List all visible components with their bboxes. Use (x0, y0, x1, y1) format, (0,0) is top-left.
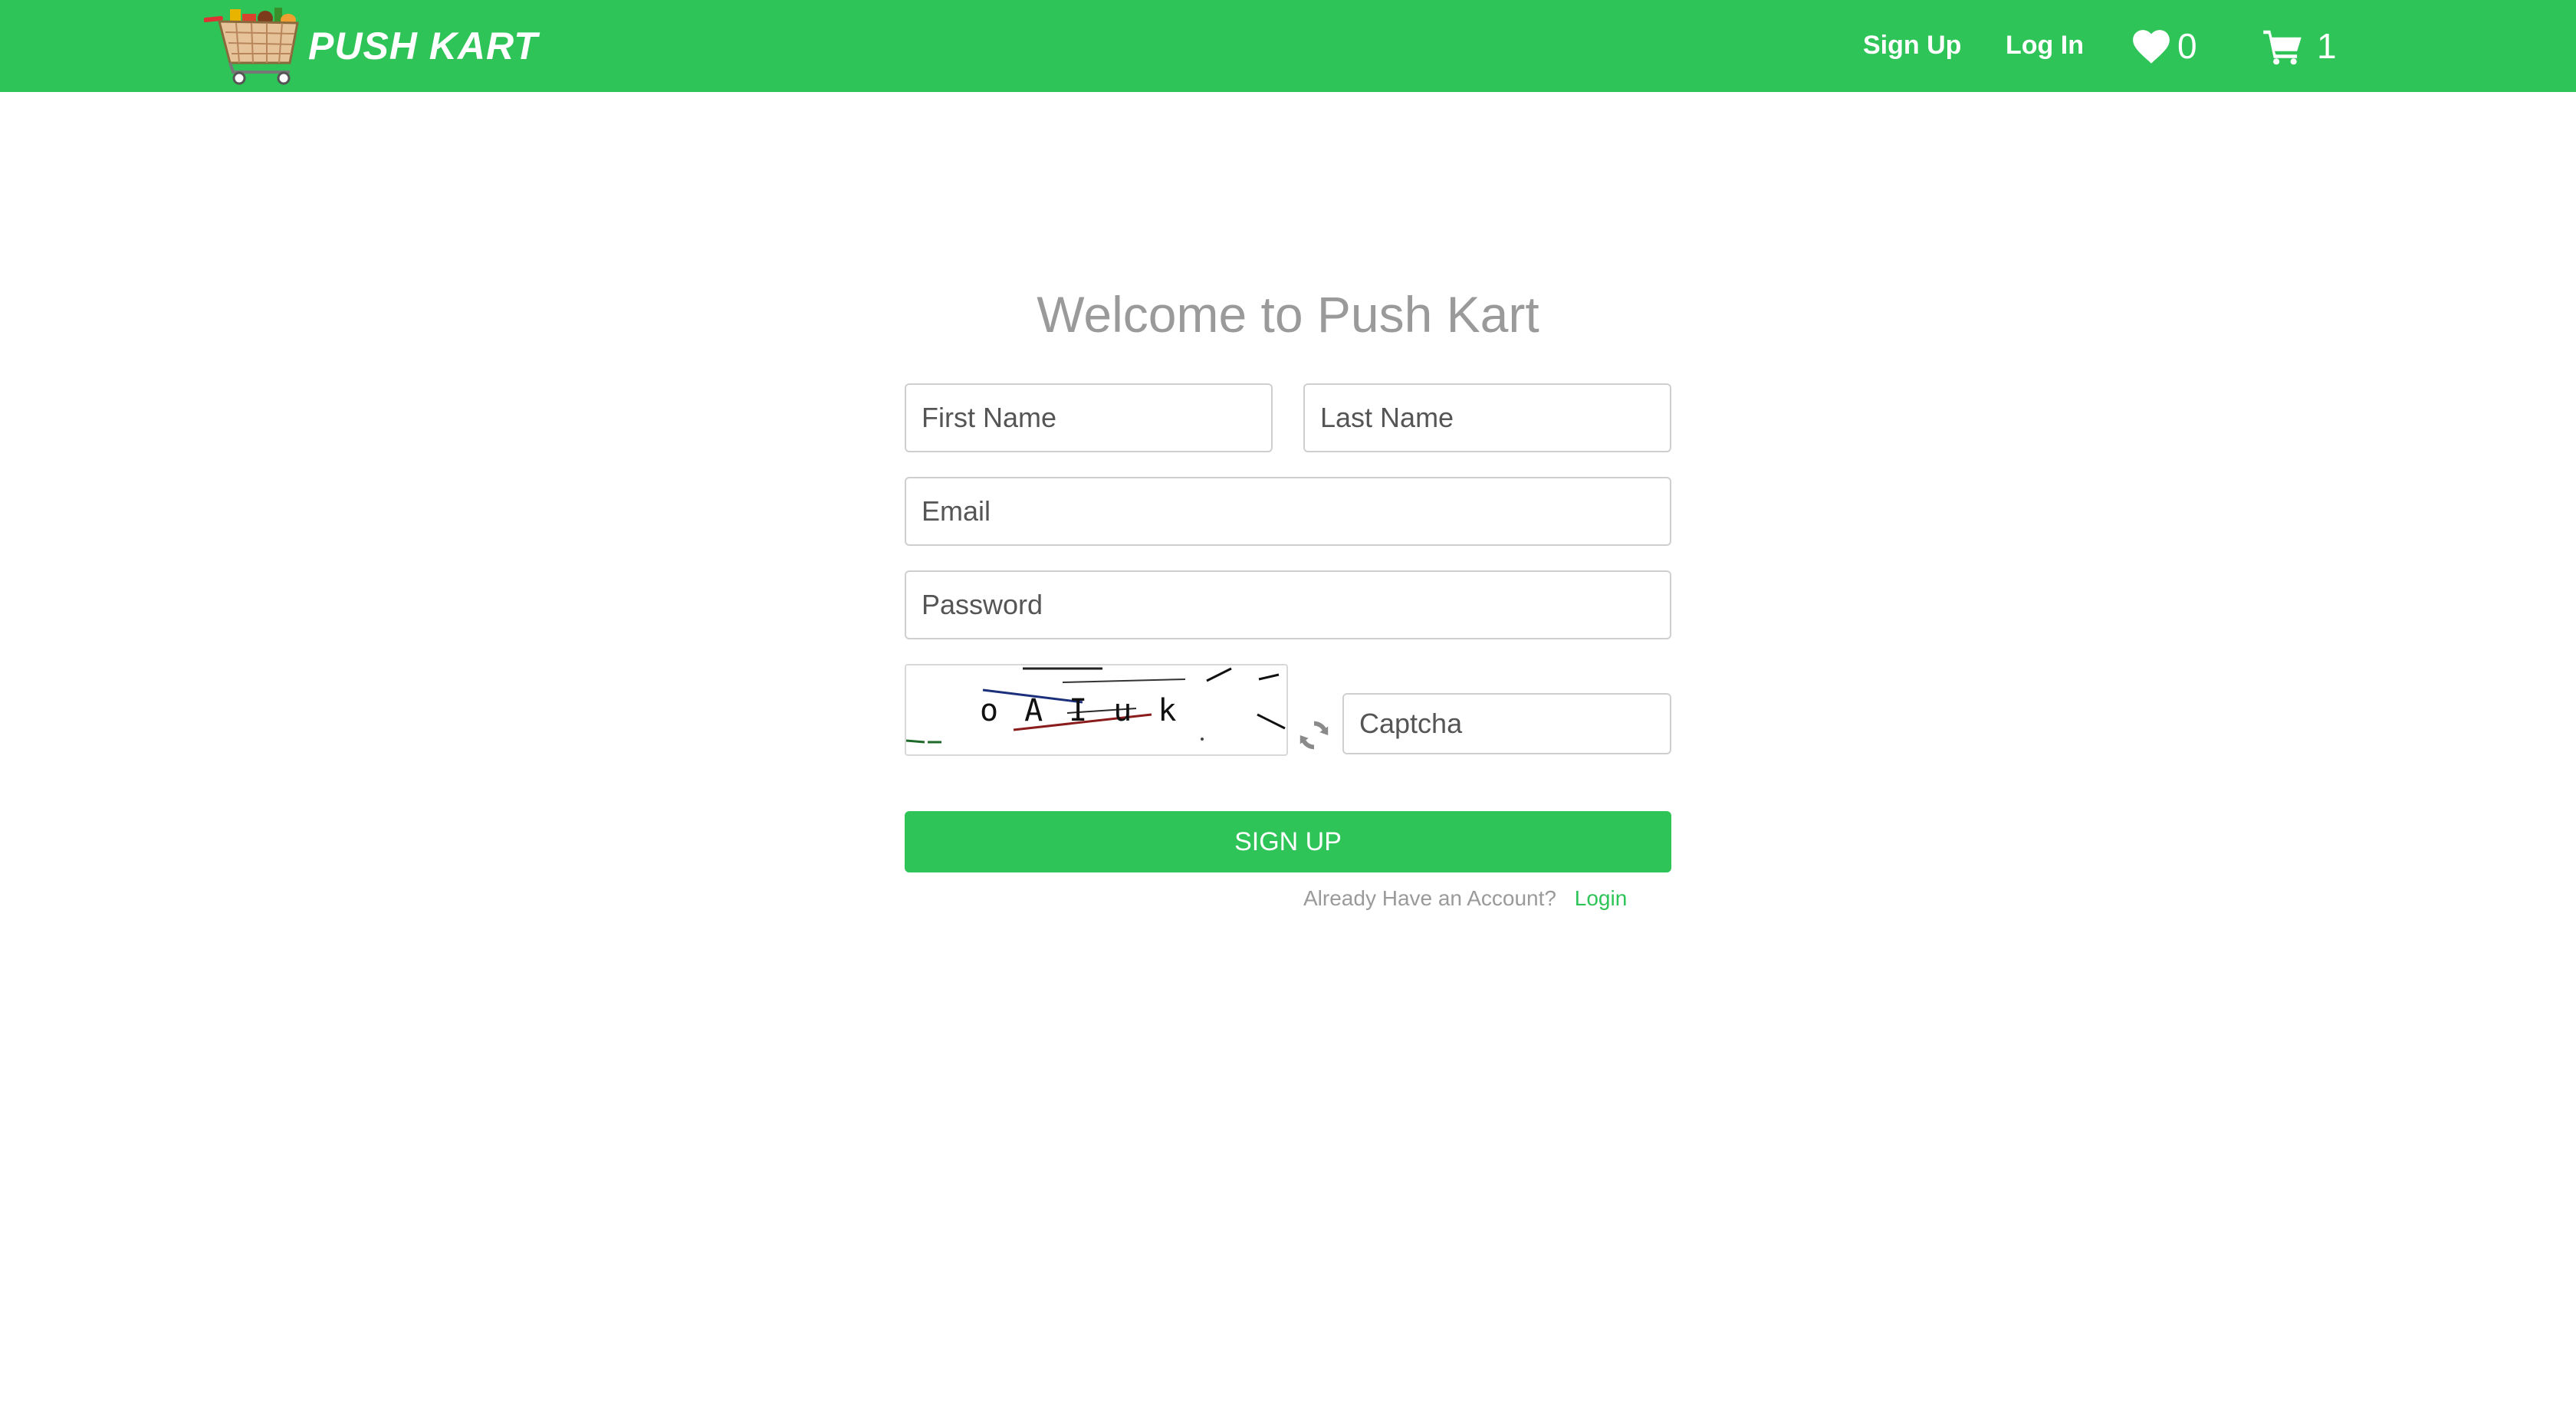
last-name-field[interactable] (1303, 383, 1671, 452)
brand-name: PUSH KART (308, 25, 538, 67)
heart-icon (2133, 30, 2170, 64)
first-name-field[interactable] (905, 383, 1273, 452)
captcha-text: oAIuk (980, 693, 1202, 728)
wishlist-count: 0 (2177, 26, 2197, 66)
email-field[interactable] (905, 477, 1671, 546)
cart-count: 1 (2317, 26, 2337, 66)
cart-icon (2263, 30, 2302, 65)
page-title: Welcome to Push Kart (1037, 286, 1539, 343)
refresh-icon (1300, 721, 1329, 750)
account-prompt-text: Already Have an Account? (1303, 886, 1556, 910)
login-link[interactable]: Login (1575, 886, 1628, 910)
account-prompt-line: Already Have an Account? Login (1303, 886, 1627, 911)
password-field[interactable] (905, 570, 1671, 639)
nav-signup-link[interactable]: Sign Up (1863, 26, 1961, 64)
captcha-field[interactable] (1342, 693, 1671, 754)
navbar: PUSH KART Sign Up Log In 0 1 (0, 0, 2576, 92)
nav-login-link[interactable]: Log In (2006, 26, 2084, 64)
cart-link[interactable]: 1 (2262, 23, 2337, 69)
brand-link[interactable]: PUSH KART (204, 6, 538, 86)
captcha-image: oAIuk (905, 664, 1288, 756)
refresh-captcha-button[interactable] (1296, 715, 1332, 756)
wishlist-link[interactable]: 0 (2130, 23, 2197, 69)
signup-button[interactable]: SIGN UP (905, 811, 1671, 872)
captcha-graphic: oAIuk (906, 667, 1286, 744)
cart-logo-icon (204, 8, 299, 85)
